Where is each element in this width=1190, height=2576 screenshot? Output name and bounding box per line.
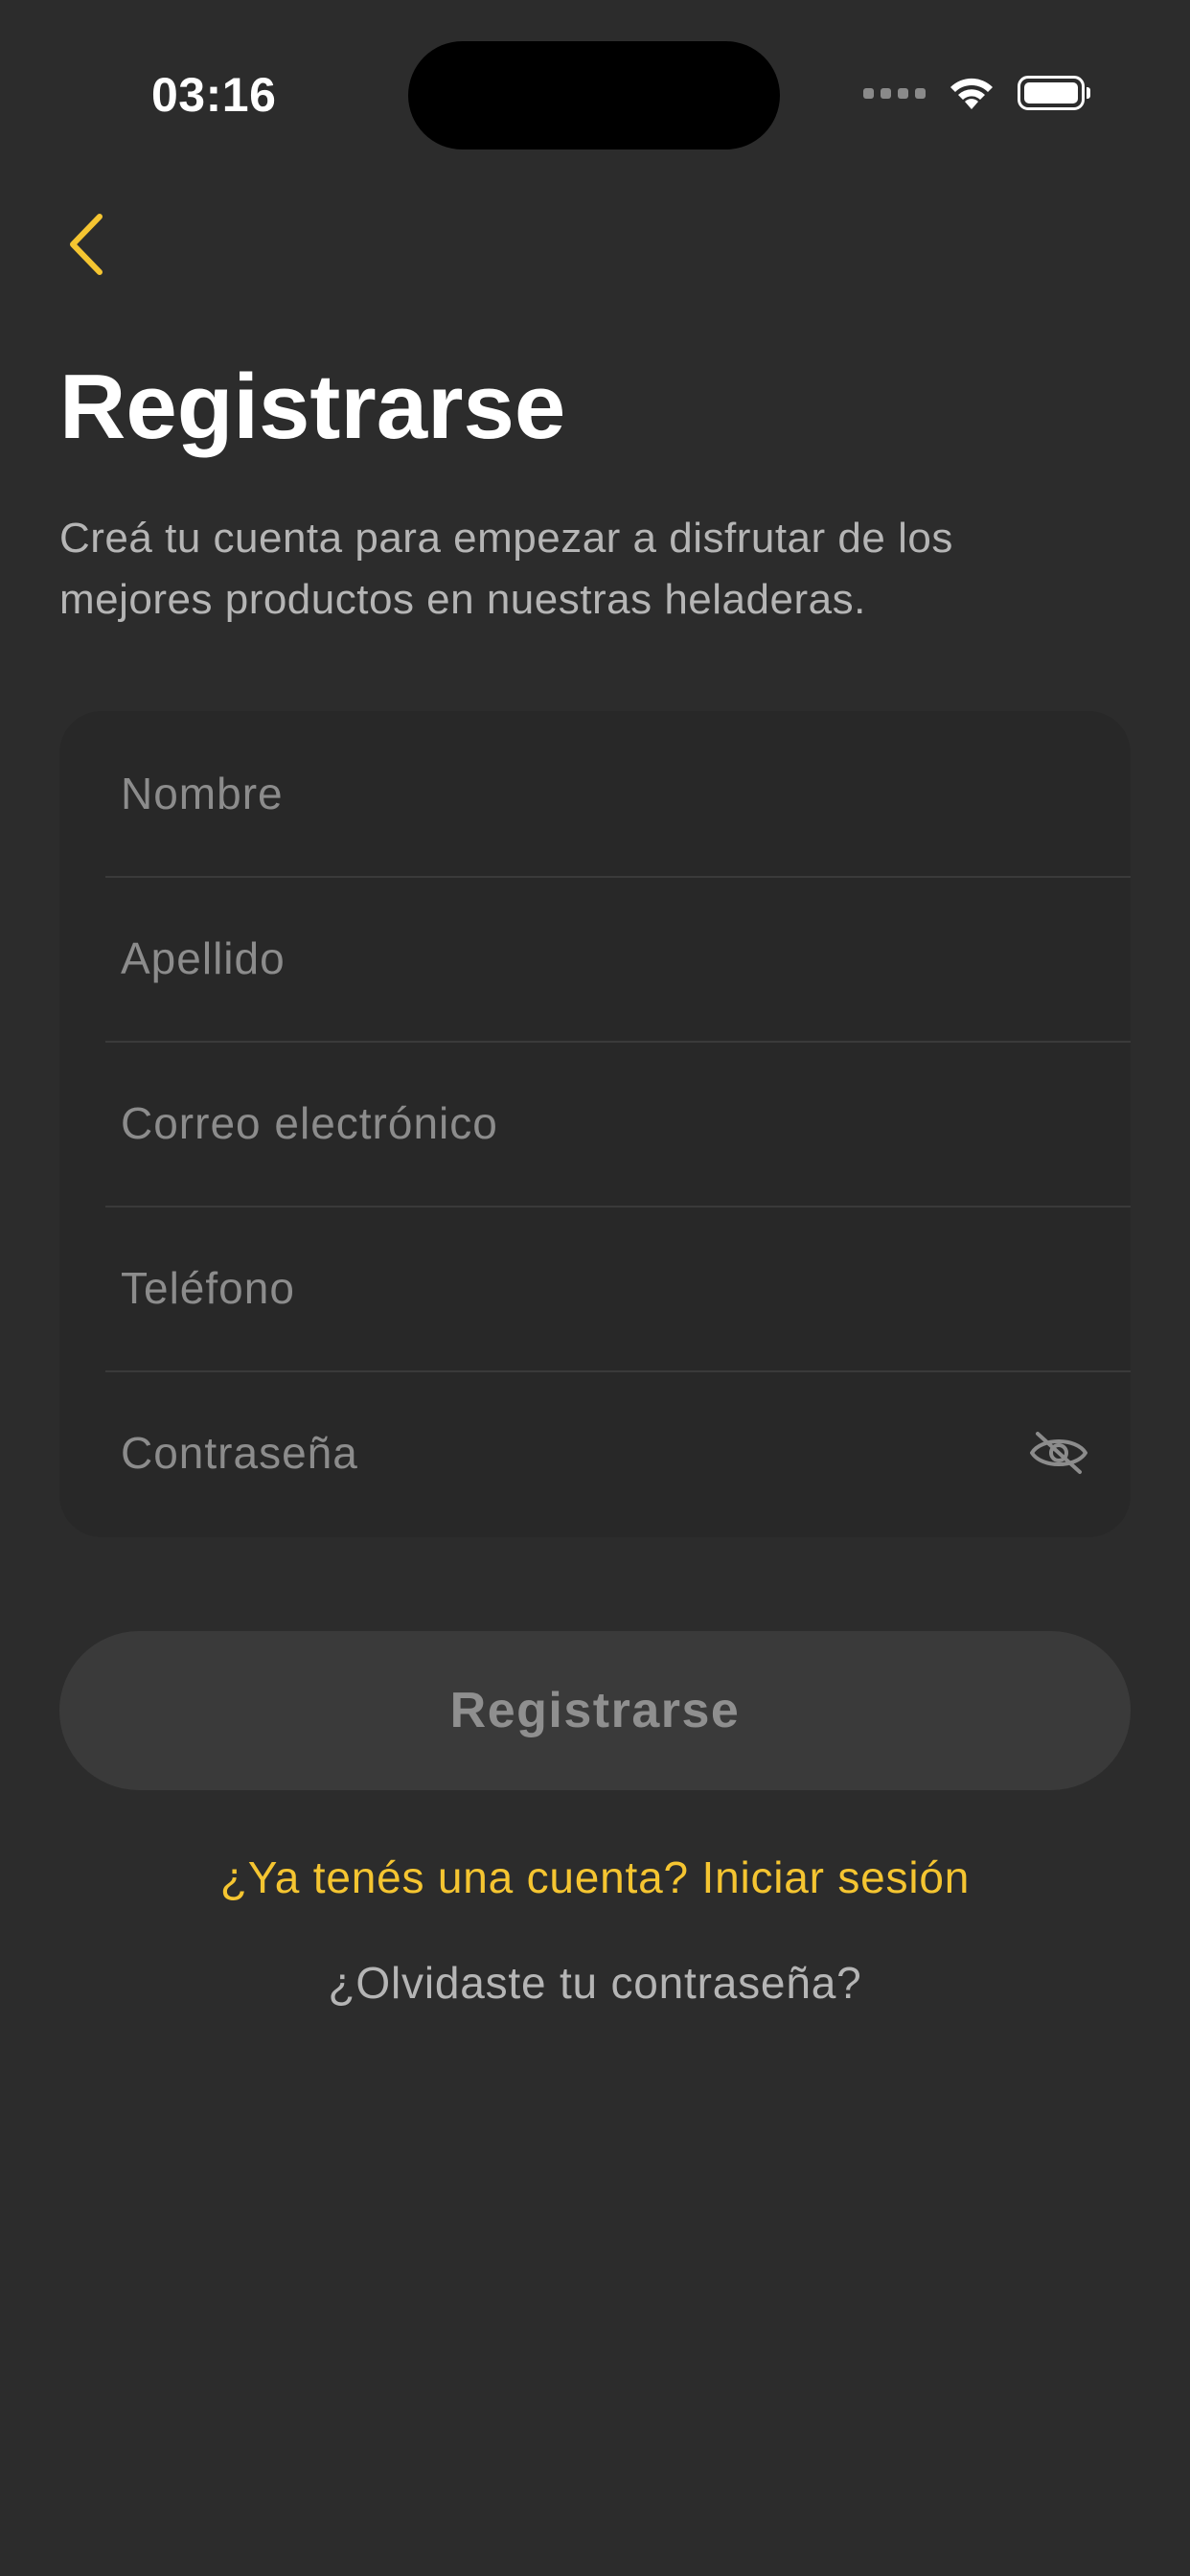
chevron-left-icon — [70, 214, 103, 275]
password-field[interactable] — [59, 1370, 1131, 1535]
password-row — [59, 1370, 1131, 1535]
password-visibility-toggle[interactable] — [1025, 1424, 1092, 1482]
login-link[interactable]: ¿Ya tenés una cuenta? Iniciar sesión — [0, 1852, 1190, 1903]
registration-form — [59, 711, 1131, 1537]
forgot-password-link[interactable]: ¿Olvidaste tu contraseña? — [0, 1957, 1190, 2009]
first-name-row — [59, 711, 1131, 876]
page-subtitle: Creá tu cuenta para empezar a disfrutar … — [59, 515, 953, 623]
phone-row — [59, 1206, 1131, 1370]
email-field[interactable] — [59, 1041, 1131, 1206]
back-button[interactable] — [67, 206, 134, 283]
first-name-field[interactable] — [59, 711, 1131, 876]
register-button[interactable]: Registrarse — [59, 1631, 1131, 1790]
email-row — [59, 1041, 1131, 1206]
last-name-field[interactable] — [59, 876, 1131, 1041]
last-name-row — [59, 876, 1131, 1041]
register-screen: 03:16 Registrarse Creá tu cuenta para em… — [0, 0, 1190, 2576]
battery-icon — [1018, 76, 1090, 110]
dynamic-island — [408, 41, 780, 150]
status-icons — [863, 75, 1090, 111]
page-title: Registrarse — [59, 356, 566, 458]
phone-field[interactable] — [59, 1206, 1131, 1370]
signal-icon — [863, 87, 926, 99]
status-time: 03:16 — [151, 68, 277, 122]
eye-slash-icon — [1030, 1432, 1087, 1474]
wifi-icon — [950, 78, 993, 109]
